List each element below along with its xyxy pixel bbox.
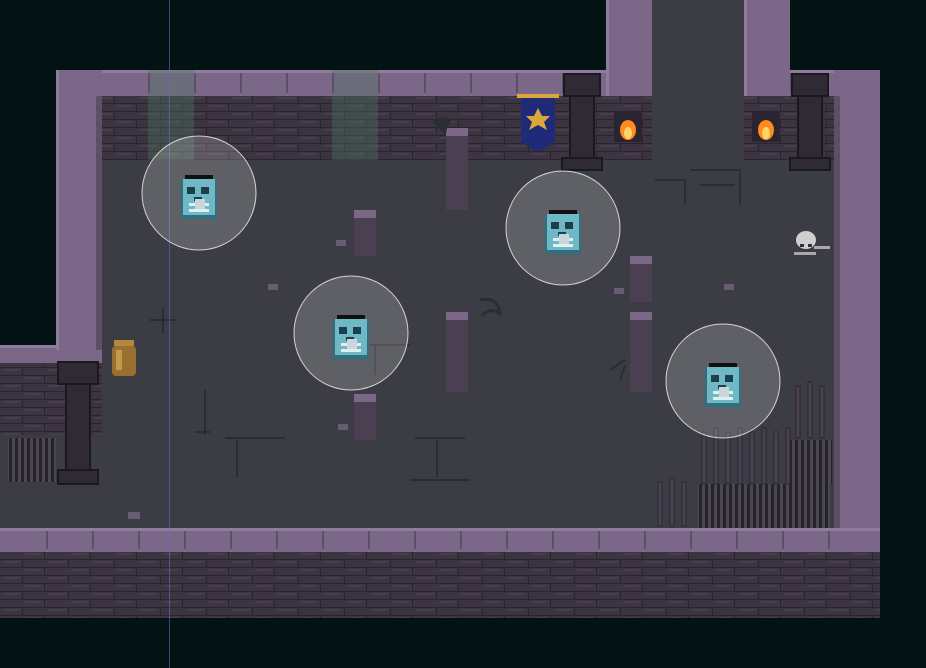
ghost-skeleton-icon [545,210,581,254]
ghost-skeleton-1[interactable] [141,135,257,251]
ghost-skeleton-icon [333,315,369,359]
floor-grate [10,438,56,480]
torch-icon [752,112,780,142]
pot-icon [112,340,136,376]
game-viewport[interactable] [0,0,926,668]
ghost-skeleton-icon [181,175,217,219]
ghost-skeleton-3[interactable] [293,275,409,391]
guide-line [169,0,170,668]
torch-icon [614,112,642,142]
ghost-skeleton-4[interactable] [665,323,781,439]
ghost-skeleton-2[interactable] [505,170,621,286]
ghost-skeleton-icon [705,363,741,407]
banner-icon [517,94,559,152]
bottom-wall [0,528,880,618]
dungeon-scene [0,0,880,668]
